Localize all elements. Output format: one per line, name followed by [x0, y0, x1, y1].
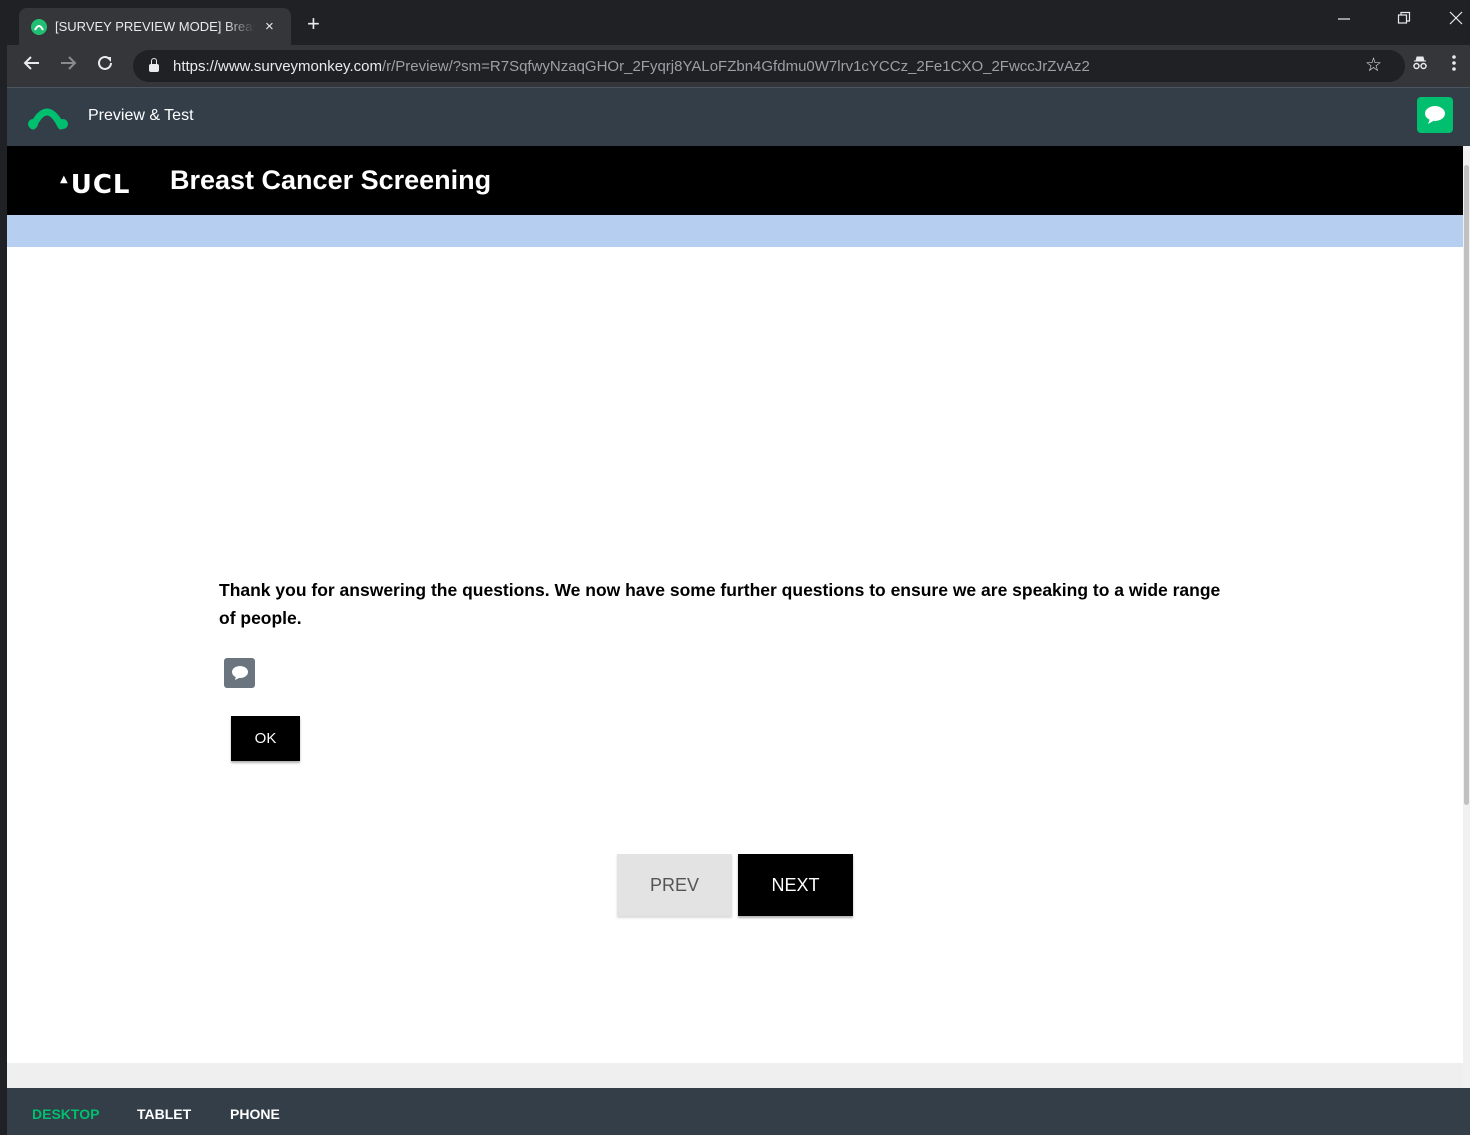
progress-band	[7, 215, 1463, 247]
minimize-icon[interactable]	[1337, 11, 1351, 30]
new-tab-icon[interactable]: +	[307, 13, 320, 35]
chat-icon[interactable]	[1417, 97, 1453, 133]
back-icon[interactable]	[23, 54, 41, 77]
window-close-icon[interactable]	[1449, 11, 1463, 30]
tab-title: [SURVEY PREVIEW MODE] Breast	[55, 19, 255, 34]
device-tablet-tab[interactable]: TABLET	[137, 1106, 191, 1122]
address-bar[interactable]: https://www.surveymonkey.com/r/Preview/?…	[133, 50, 1405, 82]
browser-tab[interactable]: [SURVEY PREVIEW MODE] Breast ×	[19, 8, 291, 45]
device-bar: DESKTOP TABLET PHONE	[7, 1088, 1470, 1135]
next-button[interactable]: NEXT	[738, 854, 853, 916]
footer-strip	[7, 1063, 1463, 1088]
preview-title: Preview & Test	[88, 107, 194, 124]
ucl-logo: ▲UCL	[60, 170, 131, 200]
browser-toolbar: https://www.surveymonkey.com/r/Preview/?…	[7, 45, 1470, 87]
incognito-icon[interactable]	[1411, 54, 1429, 78]
device-phone-tab[interactable]: PHONE	[230, 1106, 280, 1122]
url-text: https://www.surveymonkey.com/r/Preview/?…	[173, 57, 1090, 75]
star-icon[interactable]: ☆	[1365, 54, 1382, 77]
tab-close-icon[interactable]: ×	[265, 18, 274, 35]
surveymonkey-favicon-icon	[31, 18, 47, 35]
survey-title: Breast Cancer Screening	[170, 165, 492, 195]
survey-header: ▲UCL Breast Cancer Screening	[7, 146, 1463, 215]
forward-icon[interactable]	[59, 54, 77, 77]
survey-content: Thank you for answering the questions. W…	[7, 247, 1463, 1063]
restore-icon[interactable]	[1397, 11, 1411, 30]
ok-button[interactable]: OK	[231, 716, 300, 761]
question-text: Thank you for answering the questions. W…	[219, 580, 1221, 628]
menu-icon[interactable]	[1451, 54, 1457, 78]
preview-bar: Preview & Test	[7, 87, 1470, 146]
scrollbar-thumb[interactable]	[1464, 165, 1469, 805]
device-desktop-tab[interactable]: DESKTOP	[32, 1106, 99, 1122]
tab-strip: [SURVEY PREVIEW MODE] Breast × +	[7, 5, 1470, 45]
comment-icon[interactable]	[224, 658, 255, 688]
surveymonkey-logo-icon[interactable]	[27, 104, 69, 135]
reload-icon[interactable]	[96, 54, 114, 77]
prev-button[interactable]: PREV	[617, 854, 732, 916]
lock-icon	[149, 58, 159, 72]
